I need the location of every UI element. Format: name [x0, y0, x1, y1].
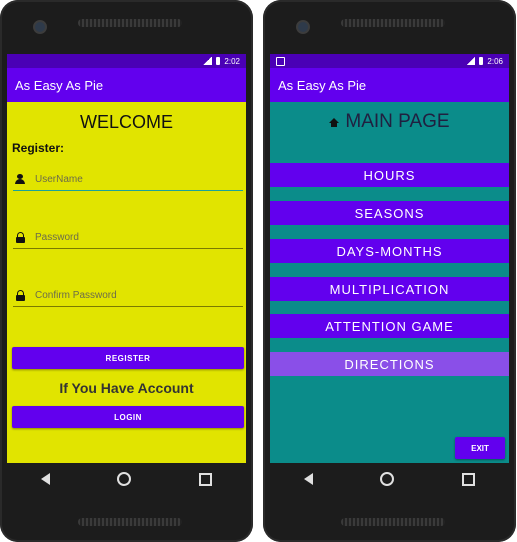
battery-icon: [479, 57, 484, 65]
home-icon[interactable]: [117, 472, 132, 486]
welcome-heading: WELCOME: [79, 112, 173, 132]
exit-button[interactable]: EXIT: [455, 437, 505, 459]
days-months-button[interactable]: DAYS-MONTHS: [270, 239, 509, 263]
register-button[interactable]: REGISTER: [12, 347, 244, 369]
speaker-grille-bottom: [341, 518, 445, 526]
back-icon[interactable]: [303, 473, 313, 485]
app-bar: As Easy As Pie: [7, 68, 246, 102]
password-field: [13, 226, 243, 249]
have-account-label: If You Have Account: [59, 380, 194, 396]
lock-icon: [15, 289, 25, 301]
seasons-button[interactable]: SEASONS: [270, 201, 509, 225]
confirm-password-field: [13, 284, 243, 307]
hours-button[interactable]: HOURS: [270, 163, 509, 187]
app-title: As Easy As Pie: [278, 77, 367, 93]
nav-bar: [270, 463, 509, 495]
speaker-grille-bottom: [78, 518, 182, 526]
register-screen: 2:02 As Easy As Pie WELCOME Register: RE…: [7, 54, 246, 463]
multiplication-button[interactable]: MULTIPLICATION: [270, 277, 509, 301]
lock-icon: [15, 231, 25, 243]
signal-icon: [203, 57, 213, 65]
password-input[interactable]: [35, 231, 235, 243]
confirm-password-input[interactable]: [35, 289, 235, 301]
recent-apps-icon[interactable]: [462, 472, 476, 486]
main-screen: 2:06 As Easy As Pie MAIN PAGE HOURS SEAS…: [270, 54, 509, 463]
camera-icon: [33, 20, 47, 34]
phone-main: 2:06 As Easy As Pie MAIN PAGE HOURS SEAS…: [263, 0, 516, 542]
home-icon: [329, 117, 340, 127]
recent-apps-icon[interactable]: [199, 472, 213, 486]
back-icon[interactable]: [40, 473, 50, 485]
nav-bar: [7, 463, 246, 495]
status-bar: 2:06: [270, 54, 509, 68]
register-label: Register:: [12, 141, 65, 155]
username-input[interactable]: [35, 173, 235, 185]
attention-game-button[interactable]: ATTENTION GAME: [270, 314, 509, 338]
phone-register: 2:02 As Easy As Pie WELCOME Register: RE…: [0, 0, 253, 542]
app-bar: As Easy As Pie: [270, 68, 509, 102]
register-form: WELCOME Register: REGISTER If You Have A…: [7, 102, 246, 463]
battery-icon: [216, 57, 221, 65]
status-time: 2:06: [487, 56, 503, 66]
home-icon[interactable]: [380, 472, 395, 486]
main-page-heading: MAIN PAGE: [270, 102, 509, 133]
main-menu: MAIN PAGE HOURS SEASONS DAYS-MONTHS MULT…: [270, 102, 509, 463]
status-time: 2:02: [224, 56, 240, 66]
camera-icon: [296, 20, 310, 34]
speaker-grille: [78, 19, 182, 27]
person-icon: [15, 174, 25, 184]
username-field: [13, 168, 243, 191]
directions-button[interactable]: DIRECTIONS: [270, 352, 509, 376]
speaker-grille: [341, 19, 445, 27]
notification-icon: [276, 57, 285, 66]
status-bar: 2:02: [7, 54, 246, 68]
login-button[interactable]: LOGIN: [12, 406, 244, 428]
main-page-title: MAIN PAGE: [345, 111, 450, 132]
signal-icon: [466, 57, 476, 65]
app-title: As Easy As Pie: [15, 77, 104, 93]
